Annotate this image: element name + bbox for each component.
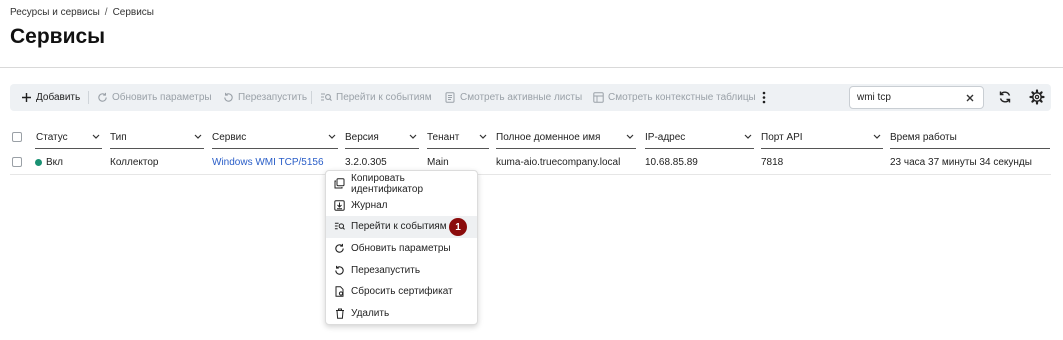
table-row[interactable]: Вкл Коллектор Windows WMI TCP/5156 3.2.0… — [10, 149, 1051, 175]
menu-item-restart[interactable]: Перезапустить — [326, 259, 477, 281]
column-header-fqdn[interactable]: Полное доменное имя — [496, 125, 644, 149]
column-header-ip[interactable]: IP-адрес — [645, 125, 762, 149]
status-badge: Вкл — [46, 156, 63, 168]
column-header-label: Время работы — [890, 131, 957, 143]
download-icon — [334, 200, 345, 211]
services-table: Статус Тип Сервис Версия Тенант Полное д… — [10, 125, 1051, 175]
view-context-tables-label: Смотреть контекстные таблицы — [608, 92, 756, 103]
events-icon — [320, 92, 332, 104]
uptime-cell: 23 часа 37 минуты 34 секунды — [890, 156, 1032, 168]
page-title: Сервисы — [10, 25, 106, 48]
chevron-down-icon[interactable] — [194, 132, 202, 143]
column-header-label: Тип — [110, 131, 127, 143]
breadcrumb-current: Сервисы — [112, 7, 154, 18]
column-header-service[interactable]: Сервис — [212, 125, 346, 149]
refresh-list-icon[interactable] — [997, 89, 1013, 105]
more-actions-icon[interactable] — [761, 84, 767, 111]
type-cell: Коллектор — [110, 156, 159, 168]
add-button[interactable]: Добавить — [20, 84, 80, 111]
column-header-api-port[interactable]: Порт API — [761, 125, 891, 149]
go-to-events-label: Перейти к событиям — [336, 92, 432, 103]
menu-item-label: Перейти к событиям — [351, 221, 447, 233]
restart-label: Перезапустить — [238, 92, 308, 103]
column-header-type[interactable]: Тип — [110, 125, 212, 149]
list-icon — [444, 92, 456, 104]
column-header-tenant[interactable]: Тенант — [427, 125, 497, 149]
column-header-status[interactable]: Статус — [35, 125, 110, 149]
checkbox[interactable] — [12, 132, 22, 142]
toolbar-divider — [88, 91, 89, 104]
menu-item-label: Удалить — [351, 307, 390, 319]
copy-icon — [334, 178, 345, 189]
menu-item-label: Копировать идентификатор — [351, 172, 424, 195]
api-port-cell: 7818 — [761, 156, 784, 168]
table-header: Статус Тип Сервис Версия Тенант Полное д… — [10, 125, 1051, 149]
clear-search-icon[interactable] — [964, 92, 976, 104]
chevron-down-icon[interactable] — [409, 132, 417, 143]
menu-item-label: Журнал — [351, 199, 388, 211]
status-cell: Вкл — [35, 149, 63, 175]
chevron-down-icon[interactable] — [744, 132, 752, 143]
column-header-label: Статус — [36, 131, 68, 143]
restart-icon — [334, 265, 345, 276]
update-params-label: Обновить параметры — [112, 92, 212, 103]
row-checkbox[interactable] — [12, 149, 32, 175]
go-to-events-button[interactable]: Перейти к событиям — [320, 84, 432, 111]
chevron-down-icon[interactable] — [328, 132, 336, 143]
certificate-icon — [334, 286, 345, 297]
menu-item-journal[interactable]: Журнал — [326, 195, 477, 217]
column-header-label: Тенант — [427, 131, 460, 143]
menu-item-label: Сбросить сертификат — [351, 286, 453, 298]
refresh-icon — [96, 92, 108, 104]
restart-icon — [222, 92, 234, 104]
chevron-down-icon[interactable] — [873, 132, 881, 143]
chevron-down-icon[interactable] — [626, 132, 634, 143]
checkbox[interactable] — [12, 157, 22, 167]
menu-item-reset-certificate[interactable]: Сбросить сертификат — [326, 281, 477, 303]
menu-item-update-params[interactable]: Обновить параметры — [326, 238, 477, 260]
gear-icon[interactable] — [1029, 89, 1045, 105]
column-header-label: Версия — [345, 131, 379, 143]
view-context-tables-button[interactable]: Смотреть контекстные таблицы — [592, 84, 756, 111]
column-header-label: IP-адрес — [645, 131, 686, 143]
table-icon — [592, 92, 604, 104]
ip-cell: 10.68.85.89 — [645, 156, 698, 168]
select-all-checkbox[interactable] — [12, 125, 32, 149]
service-link[interactable]: Windows WMI TCP/5156 — [212, 149, 324, 175]
toolbar-divider — [311, 91, 312, 104]
search-input[interactable] — [857, 92, 957, 103]
context-menu: Копировать идентификатор Журнал Перейти … — [325, 170, 478, 325]
breadcrumb-resources-link[interactable]: Ресурсы и сервисы — [10, 7, 100, 18]
status-dot-icon — [35, 158, 42, 166]
menu-item-copy-id[interactable]: Копировать идентификатор — [326, 173, 477, 195]
chevron-down-icon[interactable] — [92, 132, 100, 143]
column-header-version[interactable]: Версия — [345, 125, 427, 149]
callout-badge: 1 — [449, 218, 467, 237]
breadcrumb: Ресурсы и сервисы / Сервисы — [10, 7, 154, 18]
events-icon — [334, 221, 345, 232]
menu-item-label: Обновить параметры — [351, 243, 451, 255]
restart-button[interactable]: Перезапустить — [222, 84, 307, 111]
add-button-label: Добавить — [36, 92, 81, 103]
search-field — [849, 86, 984, 109]
view-active-lists-label: Смотреть активные листы — [460, 92, 583, 103]
plus-icon — [20, 92, 32, 104]
chevron-down-icon[interactable] — [479, 132, 487, 143]
column-header-label: Сервис — [212, 131, 247, 143]
breadcrumb-separator: / — [104, 7, 108, 18]
column-header-uptime[interactable]: Время работы — [890, 125, 1050, 149]
menu-item-go-to-events[interactable]: Перейти к событиям 1 — [326, 216, 477, 238]
column-header-label: Полное доменное имя — [496, 131, 601, 143]
menu-item-delete[interactable]: Удалить — [326, 303, 477, 325]
trash-icon — [334, 308, 345, 319]
refresh-icon — [334, 243, 345, 254]
menu-item-label: Перезапустить — [351, 264, 421, 276]
column-header-label: Порт API — [761, 131, 803, 143]
header-divider — [0, 67, 1063, 68]
view-active-lists-button[interactable]: Смотреть активные листы — [444, 84, 582, 111]
update-params-button[interactable]: Обновить параметры — [96, 84, 212, 111]
fqdn-cell: kuma-aio.truecompany.local — [496, 156, 621, 168]
